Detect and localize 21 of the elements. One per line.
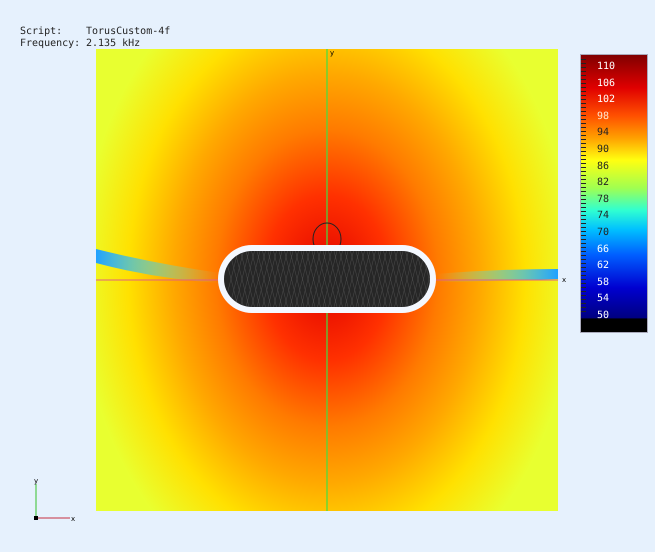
scale-value: 78 (597, 192, 610, 207)
scale-value: 102 (597, 93, 616, 108)
scale-value: 54 (597, 292, 610, 306)
scale-value: 58 (597, 276, 610, 290)
scale-value: 110 (597, 60, 616, 74)
scale-value: 50 (597, 308, 610, 323)
scale-value: 94 (597, 126, 610, 140)
scale-value: 86 (597, 160, 610, 174)
scale-value: 74 (597, 209, 610, 224)
scale-value: 70 (597, 226, 610, 240)
info-value: 2.135 kHz (86, 38, 140, 50)
scale-value: 62 (597, 259, 610, 274)
axis-triad-icon (34, 484, 70, 520)
scale-value: 82 (597, 176, 610, 190)
scale-value: 90 (597, 142, 610, 157)
info-value: TorusCustom-4f (86, 26, 170, 38)
scale-value: 106 (597, 76, 616, 91)
info-label: Frequency: (20, 38, 82, 50)
scale-value: 98 (597, 110, 610, 124)
info-label: Script: (20, 26, 64, 38)
scale-value: 66 (597, 242, 610, 257)
